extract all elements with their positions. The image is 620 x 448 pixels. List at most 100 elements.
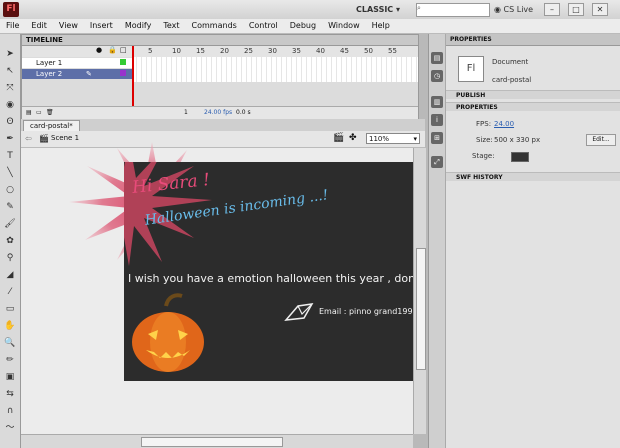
properties-tab[interactable]: PROPERTIES (446, 34, 620, 46)
line-tool-icon[interactable]: ╲ (3, 166, 17, 180)
publish-section[interactable]: PUBLISH (446, 90, 620, 99)
menu-text[interactable]: Text (157, 19, 185, 33)
smooth-icon[interactable]: 〜 (3, 421, 17, 435)
maximize-icon[interactable]: □ (568, 3, 584, 16)
frame-number: 10 (172, 47, 181, 55)
workspace-switcher[interactable]: CLASSIC ▾ (356, 3, 406, 16)
menu-control[interactable]: Control (243, 19, 284, 33)
delete-layer-icon[interactable]: 🗑 (46, 107, 54, 119)
minimize-icon[interactable]: – (544, 3, 560, 16)
outline-icon[interactable]: □ (120, 46, 127, 54)
timeline-tab[interactable]: TIMELINE (22, 35, 418, 46)
pumpkin-image[interactable] (130, 292, 206, 374)
vertical-scrollbar[interactable] (413, 148, 426, 434)
menu-window[interactable]: Window (322, 19, 366, 33)
selection-tool-icon[interactable]: ➤ (3, 47, 17, 61)
menu-help[interactable]: Help (366, 19, 396, 33)
document-icon: Fl (458, 56, 484, 82)
pen-tool-icon[interactable]: ✒ (3, 132, 17, 146)
deco-icon[interactable]: ✿ (3, 234, 17, 248)
menu-file[interactable]: File (0, 19, 25, 33)
info-icon[interactable]: i (431, 114, 443, 126)
eye-icon[interactable]: ● (96, 46, 102, 54)
fps-readout[interactable]: 24.00 fps (204, 107, 232, 119)
fps-label: FPS: (476, 120, 492, 128)
swf-history-section[interactable]: SWF HISTORY (446, 172, 620, 181)
timeline-panel: TIMELINE ● 🔒 □ 5 10 15 20 25 30 35 40 45… (21, 34, 419, 120)
timeline-header: ● 🔒 □ 5 10 15 20 25 30 35 40 45 50 55 (22, 46, 418, 57)
menu-commands[interactable]: Commands (186, 19, 243, 33)
layer-row[interactable]: Layer 1 (22, 58, 132, 68)
menu-edit[interactable]: Edit (25, 19, 53, 33)
new-layer-icon[interactable]: ▤ (26, 107, 32, 119)
align-icon[interactable]: ⊞ (431, 132, 443, 144)
timeline-status-bar: ▤ ▭ 🗑 1 24.00 fps 0.0 s (22, 106, 418, 119)
new-folder-icon[interactable]: ▭ (36, 107, 42, 119)
message-text[interactable]: I wish you have a emotion halloween this… (128, 272, 414, 285)
frame-number: 55 (388, 47, 397, 55)
email-text[interactable]: Email : pinno grand1998@ (319, 307, 414, 316)
envelope-icon (284, 303, 314, 321)
layer-color-swatch[interactable] (120, 70, 126, 76)
tools-panel: ➤ ↖ ⤧ ◉ ʘ ✒ T ╲ ○ ✎ 🖌 ✿ ⚲ ◢ ⁄ ▭ ✋ 🔍 ✏ ▣ … (0, 34, 21, 448)
zoom-select[interactable]: 110% ▾ (366, 133, 420, 144)
back-icon[interactable]: ⇦ (25, 134, 32, 143)
lock-icon[interactable]: 🔒 (108, 46, 117, 54)
stage-color-swatch[interactable] (511, 152, 529, 162)
edit-symbols-icon[interactable]: ✤ (349, 133, 357, 143)
snap-icon[interactable]: ∩ (3, 404, 17, 418)
swap-colors-icon[interactable]: ⇆ (3, 387, 17, 401)
zoom-tool-icon[interactable]: 🔍 (3, 336, 17, 350)
components-icon[interactable]: ▥ (431, 96, 443, 108)
layer-name: Layer 1 (36, 59, 63, 67)
stage-canvas[interactable]: Hi Sara ! Halloween is incoming ...! I w… (124, 162, 414, 381)
free-transform-icon[interactable]: ⤧ (3, 81, 17, 95)
menu-modify[interactable]: Modify (119, 19, 158, 33)
text-tool-icon[interactable]: T (3, 149, 17, 163)
eraser-icon[interactable]: ▭ (3, 302, 17, 316)
size-value: 500 x 330 px (494, 136, 541, 144)
playhead[interactable] (132, 46, 134, 110)
edit-scene-icon[interactable]: 🎬 (333, 133, 344, 143)
3d-rotation-icon[interactable]: ◉ (3, 98, 17, 112)
document-name: card-postal (492, 76, 532, 84)
brush-icon[interactable]: 🖌 (3, 217, 17, 231)
menu-insert[interactable]: Insert (84, 19, 119, 33)
edit-button[interactable]: Edit... (586, 134, 616, 146)
frames-grid[interactable] (132, 57, 418, 82)
close-icon[interactable]: ✕ (592, 3, 608, 16)
paint-bucket-icon[interactable]: ◢ (3, 268, 17, 282)
stroke-color-icon[interactable]: ✏ (3, 353, 17, 367)
bone-tool-icon[interactable]: ⚲ (3, 251, 17, 265)
fill-color-icon[interactable]: ▣ (3, 370, 17, 384)
menu-bar: File Edit View Insert Modify Text Commands Cont… (0, 19, 620, 34)
frame-number: 15 (196, 47, 205, 55)
scroll-thumb[interactable] (416, 248, 426, 370)
oval-tool-icon[interactable]: ○ (3, 183, 17, 197)
subselection-tool-icon[interactable]: ↖ (3, 64, 17, 78)
transform-icon[interactable]: ⤢ (431, 156, 443, 168)
frame-number: 40 (316, 47, 325, 55)
layer-color-swatch[interactable] (120, 59, 126, 65)
layer-row-selected[interactable]: Layer 2 ✎ (22, 69, 132, 79)
elapsed-time: 0.0 s (236, 109, 251, 116)
properties-panel: PROPERTIES Fl Document card-postal PUBLI… (446, 34, 620, 448)
search-icon: ⌕ (417, 4, 421, 12)
size-label: Size: (476, 136, 493, 144)
hand-tool-icon[interactable]: ✋ (3, 319, 17, 333)
pencil-icon[interactable]: ✎ (3, 200, 17, 214)
menu-view[interactable]: View (53, 19, 84, 33)
fps-value[interactable]: 24.00 (494, 120, 514, 128)
frame-number: 35 (292, 47, 301, 55)
scroll-thumb[interactable] (141, 437, 283, 447)
cs-live-button[interactable]: ◉ CS Live (494, 3, 536, 16)
search-input[interactable]: ⌕ (416, 3, 490, 17)
menu-debug[interactable]: Debug (284, 19, 322, 33)
horizontal-scrollbar[interactable] (21, 434, 413, 448)
lasso-icon[interactable]: ʘ (3, 115, 17, 129)
motion-editor-icon[interactable]: ◷ (431, 70, 443, 82)
panel-dock: ▤ ◷ ▥ i ⊞ ⤢ (429, 34, 446, 448)
properties-section[interactable]: PROPERTIES (446, 102, 620, 111)
library-icon[interactable]: ▤ (431, 52, 443, 64)
eyedropper-icon[interactable]: ⁄ (3, 285, 17, 299)
